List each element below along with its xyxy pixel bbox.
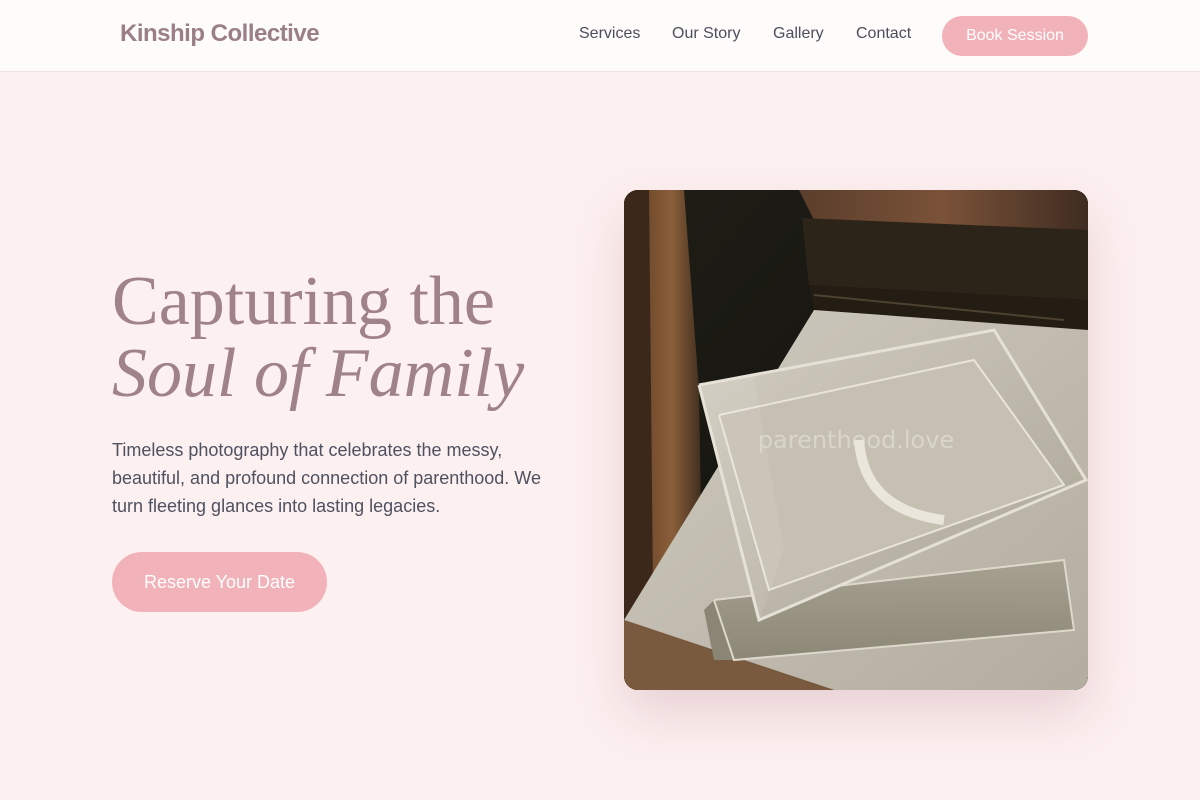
hero-title-line1: Capturing the	[112, 263, 495, 340]
image-watermark: parenthood.love	[757, 426, 955, 454]
nav-link-contact[interactable]: Contact	[856, 24, 911, 44]
site-header: Kinship Collective Services Our Story Ga…	[0, 0, 1200, 72]
book-session-button[interactable]: Book Session	[942, 16, 1088, 56]
reserve-date-button[interactable]: Reserve Your Date	[112, 552, 327, 612]
nav-link-services[interactable]: Services	[579, 24, 640, 44]
hero-title: Capturing the Soul of Family	[112, 266, 524, 410]
nav-link-our-story[interactable]: Our Story	[672, 24, 740, 44]
hero-title-line2: Soul of Family	[112, 335, 525, 412]
hero-subtitle: Timeless photography that celebrates the…	[112, 440, 541, 516]
hero-photo: parenthood.love	[624, 190, 1088, 690]
nav-link-gallery[interactable]: Gallery	[773, 24, 824, 44]
